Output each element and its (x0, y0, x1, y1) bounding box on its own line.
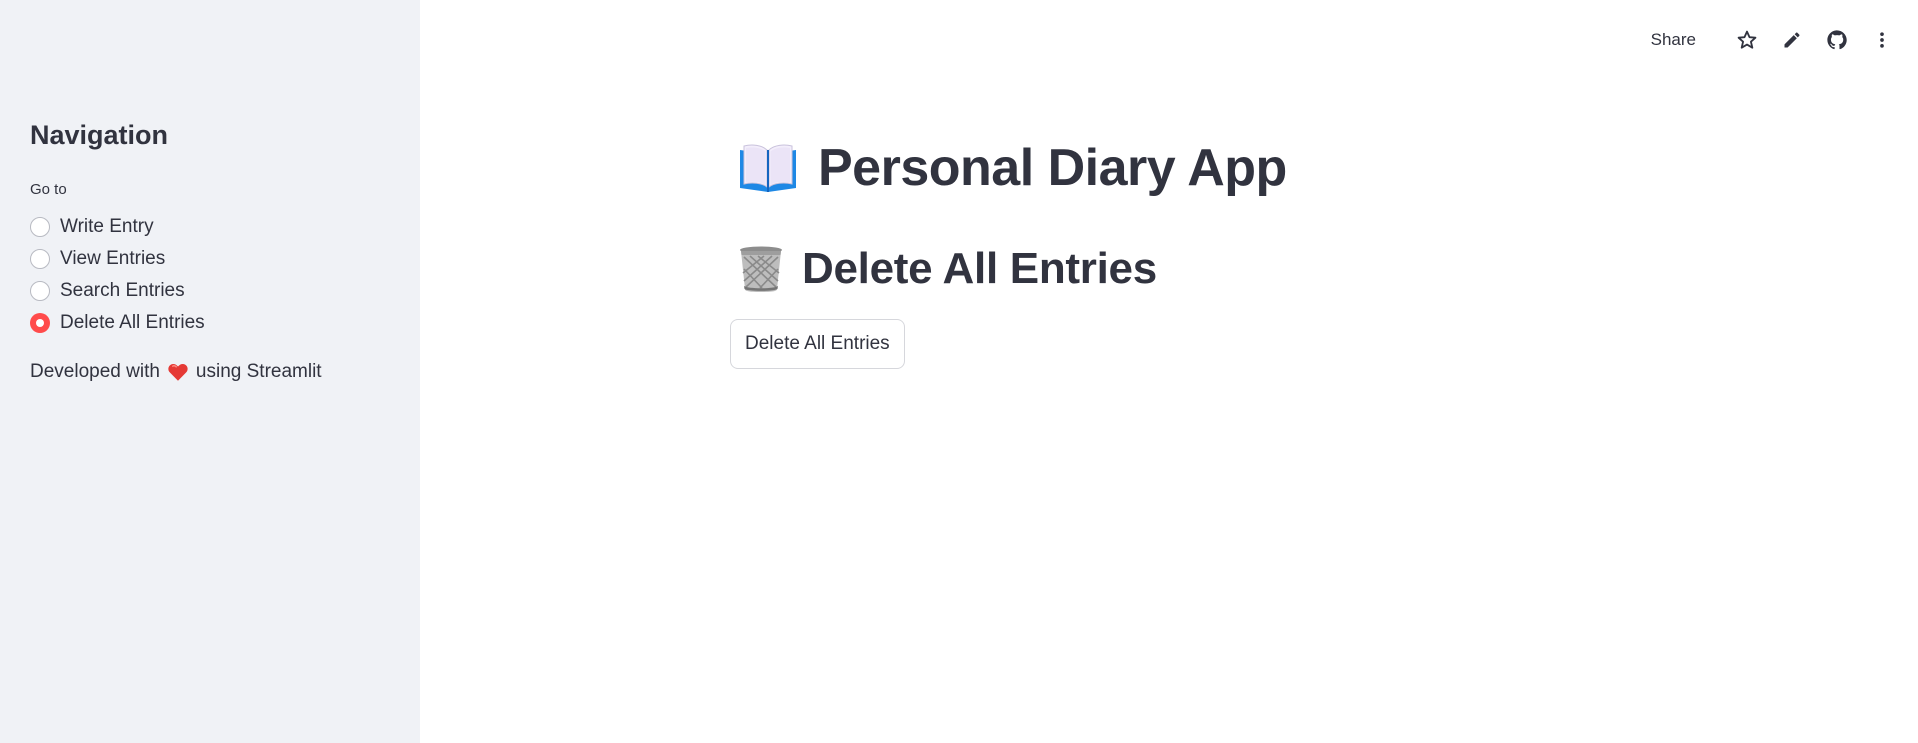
radio-label-search-entries: Search Entries (60, 280, 185, 301)
main-content: Personal Diary App Delete All Entries De… (420, 0, 1918, 743)
sidebar: Navigation Go to Write Entry View Entrie… (0, 0, 420, 743)
radio-option-write-entry[interactable]: Write Entry (30, 211, 205, 243)
navigation-radio-group: Write Entry View Entries Search Entries … (30, 211, 205, 339)
radio-button-delete-all-entries[interactable] (30, 313, 50, 333)
radio-button-write-entry[interactable] (30, 217, 50, 237)
footer-text-before: Developed with (30, 361, 160, 382)
section-title: Delete All Entries (738, 244, 1157, 294)
radio-label-delete-all-entries: Delete All Entries (60, 312, 205, 333)
page-title: Personal Diary App (738, 138, 1287, 198)
radio-group-label: Go to (30, 181, 67, 198)
radio-label-write-entry: Write Entry (60, 216, 154, 237)
page-title-text: Personal Diary App (818, 139, 1287, 197)
radio-button-search-entries[interactable] (30, 281, 50, 301)
radio-button-view-entries[interactable] (30, 249, 50, 269)
radio-option-search-entries[interactable]: Search Entries (30, 275, 205, 307)
heart-icon (168, 363, 188, 381)
radio-option-view-entries[interactable]: View Entries (30, 243, 205, 275)
sidebar-footer: Developed with using Streamlit (30, 361, 322, 383)
footer-text-after: using Streamlit (195, 361, 322, 382)
app-root: Navigation Go to Write Entry View Entrie… (0, 0, 1918, 743)
radio-label-view-entries: View Entries (60, 248, 166, 269)
delete-all-entries-button[interactable]: Delete All Entries (730, 319, 905, 369)
wastebasket-icon (740, 246, 782, 292)
open-book-icon (740, 144, 796, 192)
sidebar-title: Navigation (30, 120, 169, 150)
section-title-text: Delete All Entries (802, 244, 1157, 293)
radio-option-delete-all-entries[interactable]: Delete All Entries (30, 307, 205, 339)
